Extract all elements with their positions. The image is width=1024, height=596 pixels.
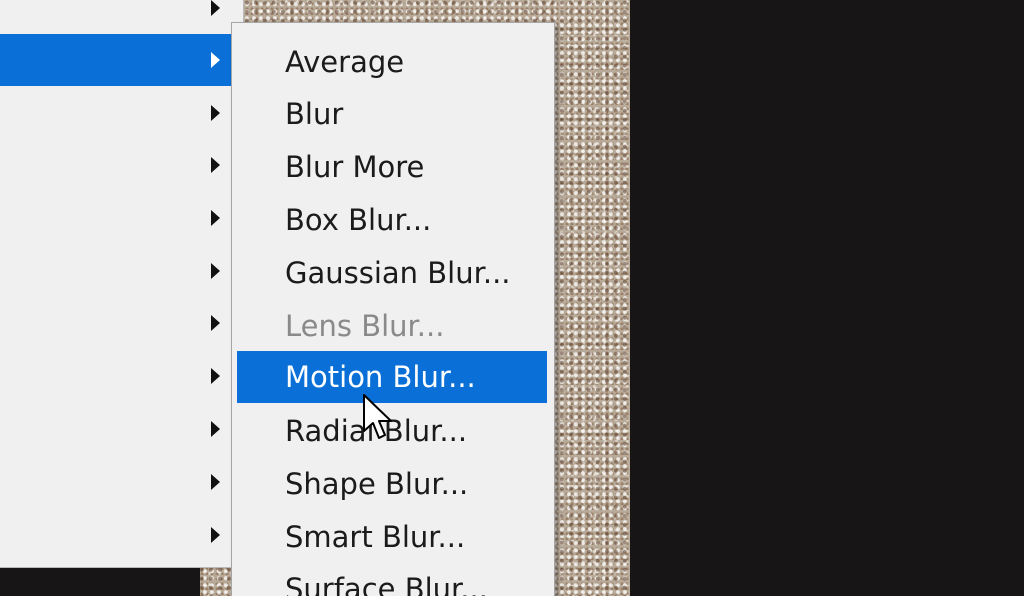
- menu-item-surface-blur[interactable]: Surface Blur...: [237, 563, 547, 596]
- parent-menu-item[interactable]: [0, 350, 232, 402]
- chevron-right-icon: [211, 157, 220, 173]
- parent-menu-item-blur[interactable]: [0, 34, 232, 86]
- chevron-right-icon: [211, 421, 220, 437]
- menu-item-average[interactable]: Average: [237, 36, 547, 88]
- parent-menu-item[interactable]: [0, 456, 232, 508]
- parent-menu-item[interactable]: [0, 245, 232, 297]
- menu-item-gaussian-blur[interactable]: Gaussian Blur...: [237, 247, 547, 299]
- chevron-right-icon: [211, 0, 220, 16]
- chevron-right-icon: [211, 52, 220, 68]
- filter-parent-menu: [0, 0, 244, 568]
- parent-menu-item[interactable]: [0, 297, 232, 349]
- menu-item-smart-blur[interactable]: Smart Blur...: [237, 511, 547, 563]
- parent-menu-item[interactable]: [0, 192, 232, 244]
- chevron-right-icon: [211, 315, 220, 331]
- menu-item-box-blur[interactable]: Box Blur...: [237, 194, 547, 246]
- parent-menu-item[interactable]: [0, 87, 232, 139]
- chevron-right-icon: [211, 368, 220, 384]
- menu-item-radial-blur[interactable]: Radial Blur...: [237, 405, 547, 457]
- menu-item-lens-blur: Lens Blur...: [285, 309, 445, 343]
- parent-menu-item[interactable]: [0, 0, 232, 34]
- workspace-background: [630, 0, 1024, 596]
- chevron-right-icon: [211, 527, 220, 543]
- blur-submenu: Average Blur Blur More Box Blur... Gauss…: [231, 22, 555, 596]
- parent-menu-item[interactable]: [0, 139, 232, 191]
- mouse-pointer-icon: [363, 394, 392, 439]
- parent-menu-item[interactable]: [0, 403, 232, 455]
- chevron-right-icon: [211, 210, 220, 226]
- menu-item-blur[interactable]: Blur: [237, 88, 547, 140]
- screen: Average Blur Blur More Box Blur... Gauss…: [0, 0, 1024, 596]
- menu-item-motion-blur[interactable]: Motion Blur...: [237, 351, 547, 403]
- chevron-right-icon: [211, 105, 220, 121]
- chevron-right-icon: [211, 474, 220, 490]
- parent-menu-item[interactable]: [0, 509, 232, 561]
- menu-item-shape-blur[interactable]: Shape Blur...: [237, 458, 547, 510]
- menu-item-blur-more[interactable]: Blur More: [237, 141, 547, 193]
- chevron-right-icon: [211, 263, 220, 279]
